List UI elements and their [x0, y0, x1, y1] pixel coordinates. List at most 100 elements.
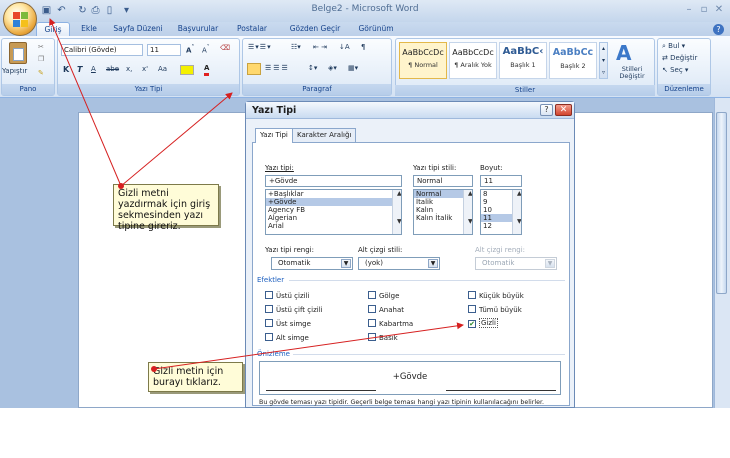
copy-icon[interactable]: ❐: [38, 55, 44, 63]
checkbox-box[interactable]: [368, 333, 376, 341]
checkbox-ustu-cizili[interactable]: Üstü çizili: [265, 291, 309, 300]
checkbox-ust-simge[interactable]: Üst simge: [265, 319, 311, 328]
style-heading-2[interactable]: AaBbCc Başlık 2: [549, 42, 597, 79]
grow-font-icon[interactable]: A˄: [186, 45, 194, 54]
font-name-box[interactable]: Calibri (Gövde): [61, 44, 143, 56]
list-item[interactable]: Arial: [266, 222, 401, 230]
checkbox-tumu-buyuk[interactable]: Tümü büyük: [468, 305, 522, 314]
replace-button[interactable]: ⇄ Değiştir: [662, 54, 697, 62]
style-heading-1[interactable]: AaBbC‹ Başlık 1: [499, 42, 547, 79]
tab-postalar[interactable]: Postalar: [231, 22, 273, 36]
paste-label[interactable]: Yapıştır: [2, 67, 27, 75]
tab-gozden-gecir[interactable]: Gözden Geçir: [285, 22, 345, 36]
align-left-icon[interactable]: [247, 63, 261, 75]
underline-style-select[interactable]: (yok) ▼: [358, 257, 440, 270]
superscript-button[interactable]: x': [142, 65, 148, 73]
list-item[interactable]: +Başlıklar: [266, 190, 401, 198]
font-name-list[interactable]: +Başlıklar +Gövde Agency FB Algerian Ari…: [265, 189, 402, 235]
checkbox-golge[interactable]: Gölge: [368, 291, 399, 300]
maximize-button[interactable]: ▫: [697, 3, 711, 17]
borders-icon[interactable]: ▦▾: [348, 64, 358, 72]
checkbox-box[interactable]: [368, 305, 376, 313]
underline-button[interactable]: A: [91, 65, 96, 73]
list-item[interactable]: Agency FB: [266, 206, 401, 214]
callout-bottom: Gizli metin için burayı tıklarız.: [148, 362, 243, 392]
checkbox-kucuk-buyuk[interactable]: Küçük büyük: [468, 291, 524, 300]
tab-ekle[interactable]: Ekle: [76, 22, 102, 36]
checkbox-basik[interactable]: Basık: [368, 333, 398, 342]
format-painter-icon[interactable]: ✎: [38, 69, 44, 77]
dialog-close-button[interactable]: ✕: [555, 104, 572, 116]
font-size-input[interactable]: 11: [480, 175, 522, 187]
checkbox-box[interactable]: [468, 305, 476, 313]
style-no-spacing[interactable]: AaBbCcDc ¶ Aralık Yok: [449, 42, 497, 79]
tab-basvurular[interactable]: Başvurular: [172, 22, 224, 36]
checkbox-label: Üstü çizili: [276, 292, 310, 300]
clear-format-icon[interactable]: ⌫: [220, 44, 230, 52]
find-button[interactable]: ⌕ Bul ▾: [662, 42, 685, 51]
style-normal[interactable]: AaBbCcDc ¶ Normal: [399, 42, 447, 79]
checkbox-ustu-cift-cizili[interactable]: Üstü çift çizili: [265, 305, 323, 314]
font-size-list[interactable]: 8 9 10 11 12 ▲ ▼: [480, 189, 522, 235]
bold-button[interactable]: K: [63, 65, 69, 74]
tab-sayfa-duzeni[interactable]: Sayfa Düzeni: [110, 22, 166, 36]
line-spacing-icon[interactable]: ↕▾: [308, 64, 317, 72]
help-icon[interactable]: ?: [713, 24, 724, 35]
dialog-help-button[interactable]: ?: [540, 104, 553, 116]
checkbox-box[interactable]: [368, 291, 376, 299]
tab-gorunum[interactable]: Görünüm: [354, 22, 398, 36]
select-button[interactable]: ↖ Seç ▾: [662, 66, 688, 74]
font-style-list[interactable]: Normal İtalik Kalın Kalın İtalik ▲ ▼: [413, 189, 473, 235]
strikethrough-button[interactable]: abe: [106, 65, 119, 73]
font-color-select[interactable]: Otomatik ▼: [271, 257, 353, 270]
align-icons[interactable]: ☰☰☰: [265, 64, 290, 72]
cut-icon[interactable]: ✂: [38, 43, 44, 51]
shrink-font-icon[interactable]: A˅: [202, 45, 210, 54]
tab-giris[interactable]: Giriş: [36, 22, 70, 37]
checkmark-icon[interactable]: ✔: [468, 320, 476, 328]
scrollbar-thumb[interactable]: [716, 112, 727, 294]
close-button[interactable]: ✕: [712, 3, 726, 17]
tab-yazi-tipi[interactable]: Yazı Tipi: [255, 128, 293, 143]
change-styles-label[interactable]: Stilleri Değiştir: [613, 66, 651, 80]
checkbox-alt-simge[interactable]: Alt simge: [265, 333, 309, 342]
office-logo-icon: [13, 12, 28, 27]
bullets-icon[interactable]: ☰▾☰▾: [248, 43, 272, 51]
checkbox-gizli[interactable]: ✔ Gizli: [468, 318, 498, 328]
list-item[interactable]: Algerian: [266, 214, 401, 222]
checkbox-box[interactable]: [265, 305, 273, 313]
checkbox-box[interactable]: [265, 319, 273, 327]
checkbox-label: Üst simge: [276, 320, 311, 328]
font-name-input[interactable]: +Gövde: [265, 175, 402, 187]
styles-scroll-icon[interactable]: ▴ ▾ ▿: [599, 42, 608, 79]
change-styles-icon[interactable]: A: [616, 41, 631, 65]
checkbox-anahat[interactable]: Anahat: [368, 305, 404, 314]
font-style-input[interactable]: Normal: [413, 175, 473, 187]
font-group-label: Yazı Tipi: [58, 84, 239, 95]
checkbox-box[interactable]: [265, 291, 273, 299]
list-scrollbar[interactable]: ▲ ▼: [392, 190, 401, 234]
pilcrow-icon[interactable]: ¶: [361, 43, 365, 51]
font-color-icon[interactable]: A: [204, 64, 210, 76]
shading-icon[interactable]: ◈▾: [328, 64, 337, 72]
checkbox-box[interactable]: [368, 319, 376, 327]
indent-icons[interactable]: ⇤ ⇥: [313, 43, 327, 51]
list-item[interactable]: +Gövde: [266, 198, 401, 206]
italic-button[interactable]: T: [77, 65, 82, 74]
checkbox-box[interactable]: [468, 291, 476, 299]
minimize-button[interactable]: –: [682, 3, 696, 17]
font-size-box[interactable]: 11: [147, 44, 181, 56]
paste-icon[interactable]: [9, 42, 27, 64]
highlight-icon[interactable]: [180, 65, 194, 75]
change-case-button[interactable]: Aa: [158, 65, 167, 73]
list-scrollbar[interactable]: ▲ ▼: [512, 190, 521, 234]
tab-karakter-araligi[interactable]: Karakter Aralığı: [292, 128, 357, 142]
subscript-button[interactable]: x,: [126, 65, 132, 73]
preview-box: +Gövde: [259, 361, 561, 395]
sort-icon[interactable]: ↓A: [339, 43, 350, 51]
checkbox-box[interactable]: [265, 333, 273, 341]
office-button[interactable]: [3, 2, 37, 36]
multilevel-list-icon[interactable]: ☷▾: [291, 43, 301, 51]
checkbox-kabartma[interactable]: Kabartma: [368, 319, 413, 328]
list-scrollbar[interactable]: ▲ ▼: [463, 190, 472, 234]
